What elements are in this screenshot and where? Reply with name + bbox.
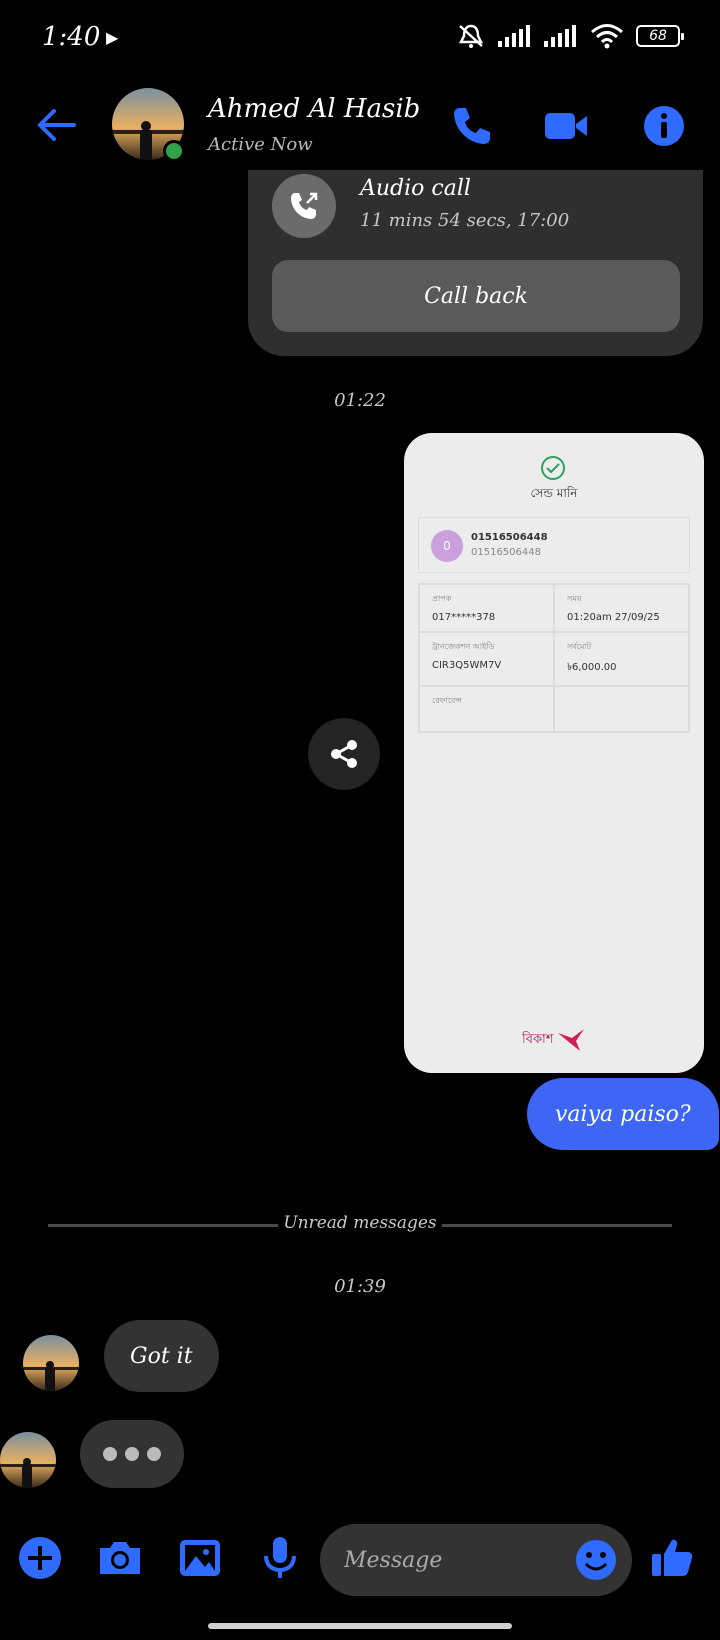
gallery-icon[interactable] [176, 1534, 224, 1582]
contact-name[interactable]: Ahmed Al Hasib [208, 94, 420, 124]
sender-avatar[interactable] [23, 1335, 79, 1391]
online-indicator [163, 140, 185, 162]
receipt-field: রেফারেন্স [419, 686, 554, 732]
field-value: 017*****378 [432, 612, 496, 623]
share-icon [331, 740, 357, 768]
camera-icon[interactable] [96, 1534, 144, 1582]
mute-icon [458, 24, 484, 48]
contact-status: Active Now [208, 134, 313, 155]
payee-number-secondary: 01516506448 [471, 547, 541, 558]
receipt-payee: 0 01516506448 01516506448 [418, 517, 690, 573]
info-icon[interactable] [640, 102, 688, 150]
call-back-button[interactable]: Call back [272, 260, 680, 332]
status-bar: 1:40 ▶ 68 [0, 0, 720, 80]
field-label: রেফারেন্স [432, 696, 462, 705]
microphone-icon[interactable] [256, 1534, 304, 1582]
plus-icon[interactable] [16, 1534, 64, 1582]
phone-call-icon[interactable] [448, 102, 496, 150]
message-composer [0, 1520, 720, 1610]
receipt-title: সেন্ড মানি [530, 486, 578, 500]
field-label: প্রাপক [432, 594, 452, 603]
timestamp: 01:22 [334, 390, 386, 411]
success-check-icon [541, 456, 565, 480]
message-input[interactable] [344, 1542, 564, 1578]
field-label: ট্রানজেকশন আইডি [432, 642, 495, 651]
receipt-field: প্রাপক 017*****378 [419, 584, 554, 632]
outgoing-call-icon [272, 174, 336, 238]
typing-dot [103, 1447, 117, 1461]
typing-dot [147, 1447, 161, 1461]
wifi-icon [591, 24, 623, 49]
field-label: সর্বমোট [567, 642, 592, 651]
signal-icon-2 [544, 25, 576, 47]
receipt-field: ট্রানজেকশন আইডি CIR3Q5WM7V [419, 632, 554, 686]
typing-dot [125, 1447, 139, 1461]
status-icons: 68 [456, 22, 684, 50]
field-value: 01:20am 27/09/25 [567, 612, 660, 623]
emoji-icon[interactable] [574, 1538, 618, 1582]
typing-indicator [80, 1420, 184, 1488]
receipt-field: সর্বমোট ৳6,000.00 [554, 632, 689, 686]
sent-message[interactable]: vaiya paiso? [527, 1078, 719, 1150]
play-icon: ▶ [106, 28, 119, 47]
receipt-field [554, 686, 689, 732]
chat-header: Ahmed Al Hasib Active Now [0, 80, 720, 180]
share-button[interactable] [308, 718, 380, 790]
receipt-field: সময় 01:20am 27/09/25 [554, 584, 689, 632]
timestamp: 01:39 [334, 1276, 386, 1297]
divider-right [442, 1224, 672, 1227]
typing-avatar [0, 1432, 56, 1488]
battery-indicator: 68 [636, 25, 684, 47]
message-box [320, 1524, 632, 1596]
field-value: CIR3Q5WM7V [432, 660, 502, 671]
signal-icon-1 [498, 25, 530, 47]
field-value: ৳6,000.00 [567, 662, 617, 673]
payee-number: 01516506448 [471, 532, 548, 543]
bkash-logo: বিকাশ [522, 1029, 586, 1051]
field-label: সময় [567, 594, 582, 603]
audio-call-card: Audio call 11 mins 54 secs, 17:00 Call b… [248, 170, 703, 356]
receipt-image[interactable]: সেন্ড মানি 0 01516506448 01516506448 প্র… [404, 433, 704, 1073]
unread-divider-label: Unread messages [283, 1213, 437, 1233]
status-time: 1:40 [42, 22, 101, 52]
video-call-icon[interactable] [542, 102, 590, 150]
call-duration: 11 mins 54 secs, 17:00 [360, 210, 570, 231]
received-message[interactable]: Got it [104, 1320, 219, 1392]
call-title: Audio call [360, 176, 471, 201]
home-indicator[interactable] [208, 1623, 512, 1629]
receipt-details: প্রাপক 017*****378 সময় 01:20am 27/09/25 ট… [418, 583, 690, 733]
payee-avatar: 0 [431, 530, 463, 562]
thumbs-up-icon[interactable] [648, 1534, 696, 1582]
back-arrow-icon[interactable] [34, 102, 80, 148]
bird-icon [557, 1029, 584, 1051]
brand-name: বিকাশ [522, 1031, 554, 1047]
